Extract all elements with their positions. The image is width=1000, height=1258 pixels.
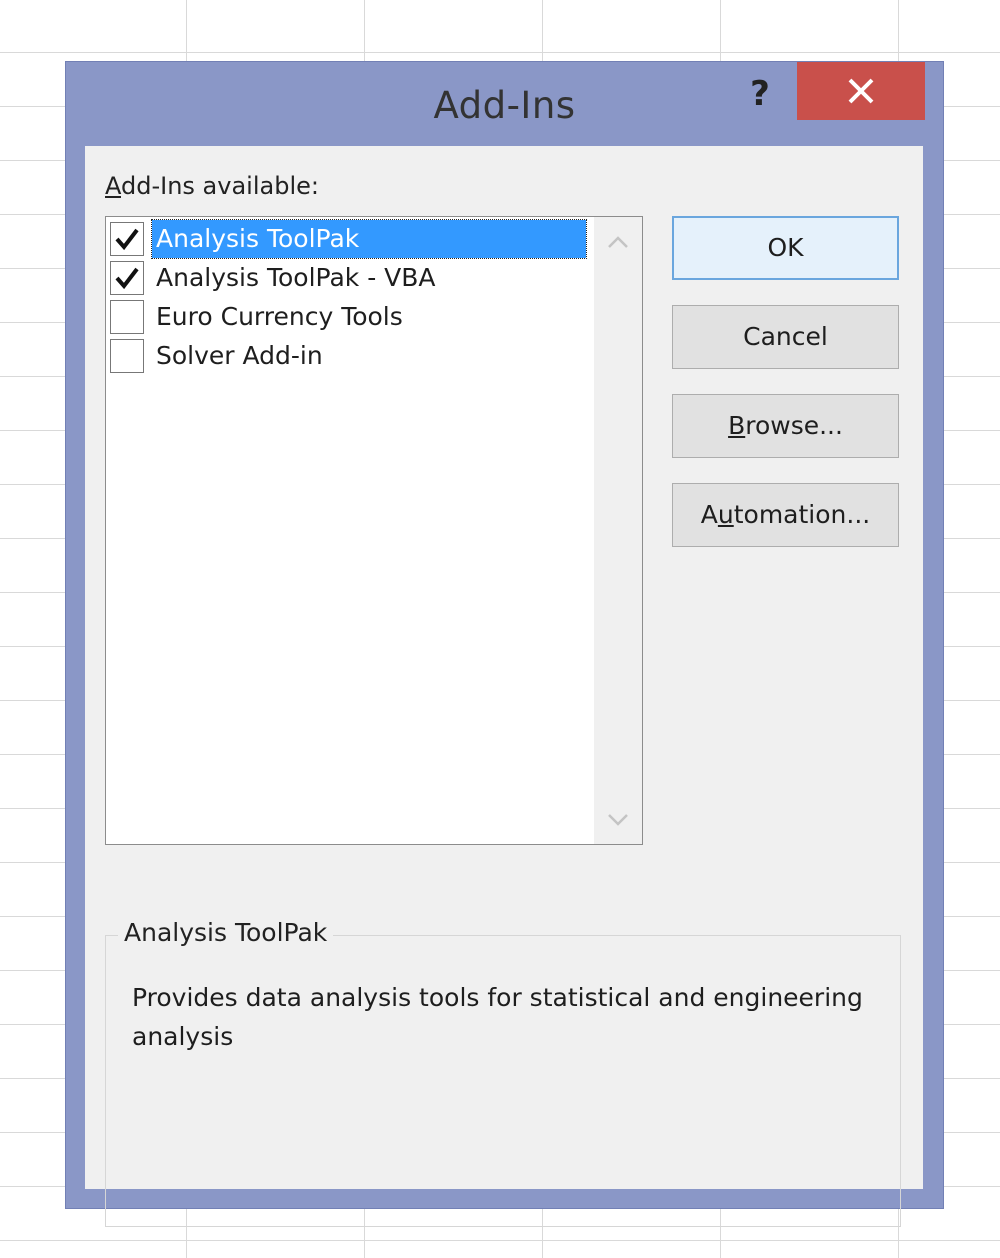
chevron-down-icon[interactable] [606, 807, 630, 831]
chevron-up-icon[interactable] [606, 231, 630, 255]
label-text: dd-Ins available: [121, 172, 319, 200]
accelerator-key: B [728, 411, 746, 440]
grid-line [0, 52, 1000, 53]
checkbox-analysis-toolpak[interactable] [110, 222, 144, 256]
dialog-body: Add-Ins available: Analysis ToolPak Anal… [85, 146, 923, 1227]
button-text: tomation... [733, 500, 871, 529]
add-ins-available-label: Add-Ins available: [105, 172, 319, 200]
accelerator-key: u [717, 500, 734, 529]
list-item-euro-currency-tools[interactable]: Euro Currency Tools [110, 298, 590, 336]
checkbox-euro-currency-tools[interactable] [110, 300, 144, 334]
list-item-analysis-toolpak-vba[interactable]: Analysis ToolPak - VBA [110, 259, 590, 297]
checkmark-icon [115, 267, 139, 290]
checkbox-solver-add-in[interactable] [110, 339, 144, 373]
close-icon [848, 78, 874, 104]
button-text: rowse... [745, 411, 843, 440]
description-group: Analysis ToolPak Provides data analysis … [105, 918, 901, 1227]
checkmark-icon [115, 228, 139, 251]
grid-line [0, 1240, 1000, 1241]
help-icon[interactable]: ? [742, 74, 778, 114]
list-item-solver-add-in[interactable]: Solver Add-in [110, 337, 590, 375]
checkbox-analysis-toolpak-vba[interactable] [110, 261, 144, 295]
browse-button[interactable]: Browse... [672, 394, 899, 458]
list-item-label: Solver Add-in [156, 341, 323, 370]
list-scrollbar[interactable] [594, 217, 642, 844]
list-item-analysis-toolpak[interactable]: Analysis ToolPak [110, 219, 590, 259]
add-ins-list[interactable]: Analysis ToolPak Analysis ToolPak - VBA … [105, 216, 643, 845]
cancel-button[interactable]: Cancel [672, 305, 899, 369]
automation-button[interactable]: Automation... [672, 483, 899, 547]
close-button[interactable] [797, 62, 925, 120]
ok-button[interactable]: OK [672, 216, 899, 280]
list-item-label: Euro Currency Tools [156, 302, 403, 331]
button-text: A [700, 500, 718, 529]
add-ins-dialog: Add-Ins ? Add-Ins available: Analysis To… [66, 62, 943, 1227]
description-title: Analysis ToolPak [118, 918, 334, 947]
accelerator-key: A [105, 172, 121, 200]
title-bar[interactable]: Add-Ins ? [66, 62, 943, 146]
description-text: Provides data analysis tools for statist… [132, 983, 863, 1051]
list-item-label: Analysis ToolPak [151, 219, 587, 259]
list-item-label: Analysis ToolPak - VBA [156, 263, 436, 292]
